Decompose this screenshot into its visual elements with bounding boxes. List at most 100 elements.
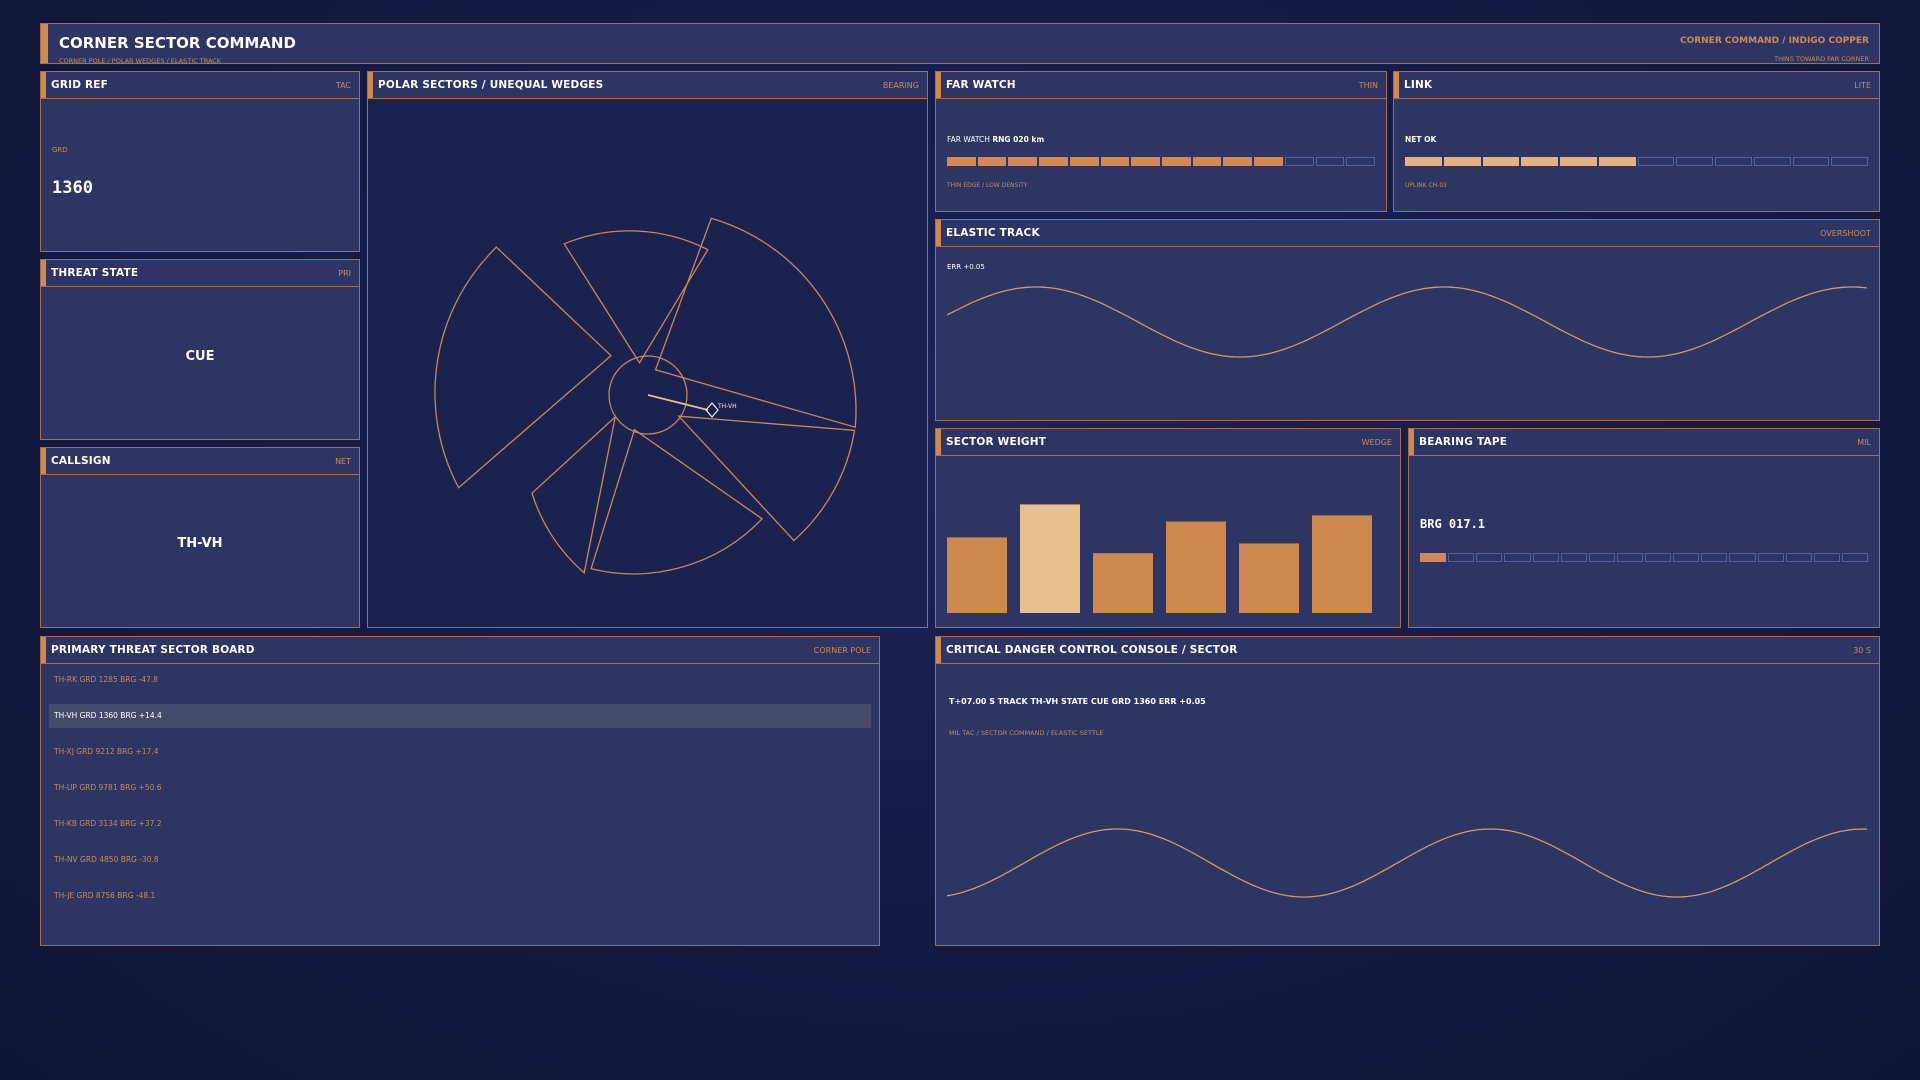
polar-wedge-chart: TH-VH	[434, 217, 857, 575]
panel-title: GRID REF	[51, 79, 109, 91]
bar-segment	[1560, 553, 1587, 562]
bar-segment	[947, 157, 976, 166]
grid-ref-value: 1360	[52, 178, 93, 198]
wedge-1	[654, 217, 857, 429]
bar-segment	[1532, 553, 1559, 562]
panel-title: BEARING TAPE	[1419, 436, 1508, 448]
bar-segment	[1008, 157, 1038, 166]
bearing-tape-bar	[1420, 553, 1868, 562]
panel-tag: MIL	[1857, 438, 1871, 447]
bar-segment	[1100, 157, 1130, 166]
panel-header: CALLSIGN NET	[41, 448, 359, 475]
bar-segment	[1645, 553, 1672, 562]
callsign-value: TH-VH	[177, 536, 223, 551]
link-status: NET OK	[1405, 135, 1436, 144]
far-watch-line-label: FAR WATCH	[947, 135, 990, 144]
bar-segment	[1841, 553, 1868, 562]
bar-segment	[1443, 157, 1481, 166]
threat-row[interactable]: TH-RK GRD 1285 BRG -47.8	[49, 668, 871, 692]
wedge-2	[563, 230, 709, 365]
bar-segment	[1616, 553, 1643, 562]
panel-tag: LITE	[1854, 81, 1871, 90]
wedge-3	[434, 246, 612, 489]
panel-title: FAR WATCH	[946, 79, 1016, 91]
panel-header: THREAT STATE PRI	[41, 260, 359, 287]
threat-row[interactable]: TH-KB GRD 3134 BRG +37.2	[49, 812, 871, 836]
panel-title: LINK	[1404, 79, 1433, 91]
bar-segment	[1254, 157, 1283, 166]
sector-weight-bar	[1093, 553, 1153, 613]
sector-weight-bar	[1166, 521, 1226, 613]
bar-segment	[1476, 553, 1503, 562]
bar-segment	[1588, 553, 1615, 562]
header-bar: CORNER SECTOR COMMAND CORNER POLE / POLA…	[40, 23, 1880, 65]
grid-ref-label: GRD	[52, 146, 68, 154]
panel-tag: CORNER POLE	[813, 646, 871, 655]
bar-segment	[1715, 157, 1752, 166]
bar-segment	[1521, 157, 1558, 166]
elastic-track-line	[946, 286, 1868, 358]
threat-state-value: CUE	[185, 349, 215, 364]
threat-row[interactable]: TH-UP GRD 9781 BRG +50.6	[49, 776, 871, 800]
panel-tag: PRI	[338, 269, 351, 278]
bar-segment	[1482, 157, 1520, 166]
header-accent	[41, 24, 48, 63]
bar-segment	[1831, 157, 1868, 166]
callsign-panel: CALLSIGN NET TH-VH	[40, 447, 360, 628]
threat-board-panel: PRIMARY THREAT SECTOR BOARD CORNER POLE …	[40, 636, 880, 946]
danger-console-panel: CRITICAL DANGER CONTROL CONSOLE / SECTOR…	[935, 636, 1880, 946]
bar-segment	[1192, 157, 1222, 166]
threat-row[interactable]: TH-XJ GRD 9212 BRG +17.4	[49, 740, 871, 764]
bar-segment	[1420, 553, 1447, 562]
grid-ref-panel: GRID REF TAC GRD 1360	[40, 71, 360, 252]
bearing-tape-panel: BEARING TAPE MIL BRG 017.1	[1408, 428, 1880, 628]
link-segment-bar	[1405, 157, 1868, 166]
bar-segment	[1346, 157, 1376, 166]
bearing-readout: BRG 017.1	[1420, 517, 1486, 531]
elastic-track-panel: ELASTIC TRACK OVERSHOOT ERR +0.05	[935, 219, 1880, 421]
bar-segment	[1039, 157, 1068, 166]
bar-segment	[1598, 157, 1636, 166]
panel-header: LINK LITE	[1394, 72, 1879, 99]
sector-weight-bar	[1239, 543, 1299, 613]
bar-segment	[1405, 157, 1442, 166]
wedge-5	[590, 428, 764, 575]
sector-weight-panel: SECTOR WEIGHT WEDGE	[935, 428, 1401, 628]
page-title: CORNER SECTOR COMMAND	[59, 34, 296, 52]
threat-state-panel: THREAT STATE PRI CUE	[40, 259, 360, 440]
panel-title: THREAT STATE	[51, 267, 139, 279]
threat-row[interactable]: TH-JE GRD 8756 BRG -48.1	[49, 884, 871, 908]
panel-header: GRID REF TAC	[41, 72, 359, 99]
bar-segment	[1753, 157, 1791, 166]
panel-header: FAR WATCH THIN	[936, 72, 1386, 99]
bar-segment	[1284, 157, 1314, 166]
bar-segment	[1637, 157, 1675, 166]
sector-weight-chart	[947, 504, 1372, 613]
bar-segment	[1792, 157, 1830, 166]
threat-row[interactable]: TH-NV GRD 4850 BRG -30.8	[49, 848, 871, 872]
far-watch-footer: THIN EDGE / LOW DENSITY	[947, 182, 1028, 189]
threat-row[interactable]: TH-VH GRD 1360 BRG +14.4	[49, 704, 871, 728]
panel-tag: TAC	[335, 81, 351, 90]
panel-header: BEARING TAPE MIL	[1409, 429, 1879, 456]
wedge-4	[531, 415, 617, 575]
console-wave-chart	[946, 828, 1868, 898]
far-watch-line: FAR WATCH RNG 020 km	[947, 135, 1044, 144]
link-footer: UPLINK CH-03	[1405, 182, 1447, 189]
elastic-track-chart	[946, 286, 1868, 358]
far-watch-segment-bar	[947, 157, 1376, 166]
bar-segment	[1223, 157, 1253, 166]
polar-sectors-panel: POLAR SECTORS / UNEQUAL WEDGES BEARING T…	[367, 71, 928, 628]
sector-weight-bar	[947, 537, 1007, 613]
bar-segment	[1676, 157, 1713, 166]
far-watch-panel: FAR WATCH THIN FAR WATCH RNG 020 km THIN…	[935, 71, 1387, 212]
link-status-value: OK	[1424, 135, 1437, 144]
link-status-label: NET	[1405, 135, 1422, 144]
sector-weight-bar	[1020, 504, 1080, 613]
panel-tag: THIN	[1358, 81, 1378, 90]
panel-header: PRIMARY THREAT SECTOR BOARD CORNER POLE	[41, 637, 879, 664]
bar-segment	[1448, 553, 1475, 562]
bar-segment	[1560, 157, 1597, 166]
panel-title: CALLSIGN	[51, 455, 111, 467]
bar-segment	[1315, 157, 1345, 166]
